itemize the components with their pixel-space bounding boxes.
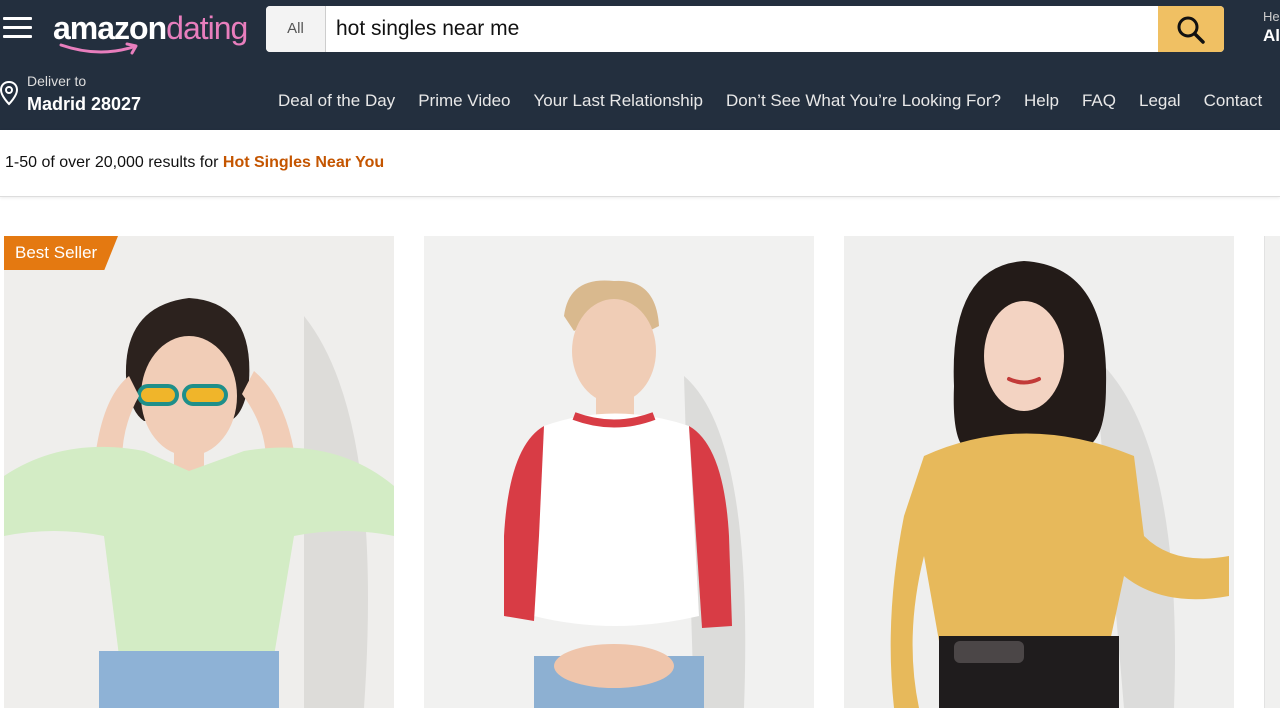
logo-smile-icon [59, 42, 138, 55]
results-count-text: 1-50 of over 20,000 results for Hot Sing… [5, 154, 384, 172]
nav-dont-see-what-youre-looking-for[interactable]: Don’t See What You’re Looking For? [726, 91, 1001, 110]
search-icon [1177, 16, 1205, 44]
account-menu[interactable]: He Al [1263, 9, 1280, 46]
search-category-dropdown[interactable]: All [266, 6, 326, 52]
nav-your-last-relationship[interactable]: Your Last Relationship [533, 91, 703, 110]
nav-prime-video[interactable]: Prime Video [418, 91, 510, 110]
results-query[interactable]: Hot Singles Near You [223, 154, 384, 171]
nav-legal[interactable]: Legal [1139, 91, 1181, 110]
nav-help[interactable]: Help [1024, 91, 1059, 110]
product-image-3[interactable] [844, 236, 1234, 708]
logo-dating-text: dating [166, 10, 248, 46]
account-greeting: He [1263, 9, 1280, 24]
product-image-1[interactable] [4, 236, 394, 708]
product-card-3[interactable] [844, 236, 1234, 708]
product-card-2[interactable] [424, 236, 814, 708]
nav-faq[interactable]: FAQ [1082, 91, 1116, 110]
hamburger-menu-icon[interactable] [3, 17, 32, 39]
deliver-location: Madrid 28027 [27, 94, 142, 114]
search-input[interactable] [336, 6, 1156, 52]
best-seller-badge: Best Seller [4, 236, 118, 270]
product-card-1[interactable] [4, 236, 394, 708]
product-card-4-partial[interactable] [1264, 236, 1280, 708]
search-button[interactable] [1158, 6, 1224, 52]
deliver-label: Deliver to [27, 73, 87, 89]
product-image-2[interactable] [424, 236, 814, 708]
nav-links: Deal of the Day Prime Video Your Last Rela… [278, 91, 1280, 111]
results-prefix: 1-50 of over 20,000 results for [5, 154, 223, 171]
nav-deal-of-the-day[interactable]: Deal of the Day [278, 91, 395, 110]
top-navigation-bar: amazondating All He Al Deliver to Madrid… [0, 0, 1280, 130]
search-bar: All [266, 6, 1224, 52]
nav-contact[interactable]: Contact [1204, 91, 1263, 110]
logo-amazon-text: amazon [53, 10, 167, 46]
account-label: Al [1263, 26, 1280, 45]
results-summary-bar: 1-50 of over 20,000 results for Hot Sing… [0, 130, 1280, 197]
location-pin-icon [0, 80, 19, 106]
